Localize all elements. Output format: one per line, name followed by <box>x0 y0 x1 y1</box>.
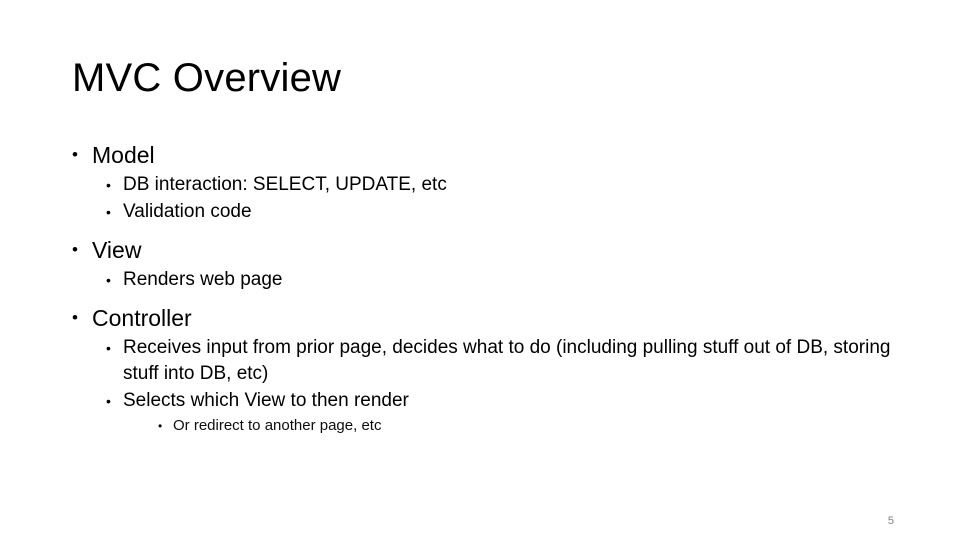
slide-canvas: MVC Overview • Model • DB interaction: S… <box>0 0 960 540</box>
bullet-dot-icon: • <box>72 145 78 164</box>
bullet-item-level2: • DB interaction: SELECT, UPDATE, etc <box>106 172 892 198</box>
bullet-item-level3: • Or redirect to another page, etc <box>158 415 892 437</box>
bullet-label: Model <box>92 142 155 168</box>
bullet-label: Renders web page <box>123 269 283 290</box>
bullet-dot-icon: • <box>72 308 78 327</box>
bullet-label: Receives input from prior page, decides … <box>123 337 891 384</box>
page-title: MVC Overview <box>72 56 342 100</box>
bullet-item-level1: • Model <box>72 140 892 170</box>
bullet-list-level2: • Receives input from prior page, decide… <box>72 335 892 437</box>
bullet-label: Or redirect to another page, etc <box>173 417 382 434</box>
bullet-list-level2: • Renders web page <box>72 267 892 293</box>
bullet-item-level2: • Validation code <box>106 199 892 225</box>
bullet-dot-icon: • <box>106 177 111 193</box>
bullet-label: DB interaction: SELECT, UPDATE, etc <box>123 174 447 195</box>
bullet-dot-icon: • <box>158 419 163 433</box>
bullet-dot-icon: • <box>106 272 111 288</box>
bullet-list-level1: • View <box>72 235 892 265</box>
bullet-list-level2: • DB interaction: SELECT, UPDATE, etc • … <box>72 172 892 225</box>
bullet-dot-icon: • <box>72 240 78 259</box>
bullet-group: • Model • DB interaction: SELECT, UPDATE… <box>72 140 892 225</box>
bullet-label: Validation code <box>123 201 252 222</box>
bullet-list-level1: • Controller <box>72 303 892 333</box>
bullet-label: View <box>92 237 142 263</box>
bullet-item-level2: • Renders web page <box>106 267 892 293</box>
bullet-item-level2: • Selects which View to then render • Or… <box>106 388 892 437</box>
bullet-list-level3: • Or redirect to another page, etc <box>123 415 892 437</box>
bullet-item-level1: • Controller <box>72 303 892 333</box>
bullet-item-level1: • View <box>72 235 892 265</box>
bullet-dot-icon: • <box>106 340 111 356</box>
slide-number: 5 <box>887 515 894 527</box>
bullet-label: Controller <box>92 305 192 331</box>
bullet-dot-icon: • <box>106 393 111 409</box>
bullet-label: Selects which View to then render <box>123 390 409 411</box>
slide-body: • Model • DB interaction: SELECT, UPDATE… <box>72 140 892 438</box>
bullet-item-level2: • Receives input from prior page, decide… <box>106 335 892 387</box>
bullet-group: • Controller • Receives input from prior… <box>72 303 892 437</box>
bullet-dot-icon: • <box>106 204 111 220</box>
bullet-group: • View • Renders web page <box>72 235 892 293</box>
bullet-list-level1: • Model <box>72 140 892 170</box>
